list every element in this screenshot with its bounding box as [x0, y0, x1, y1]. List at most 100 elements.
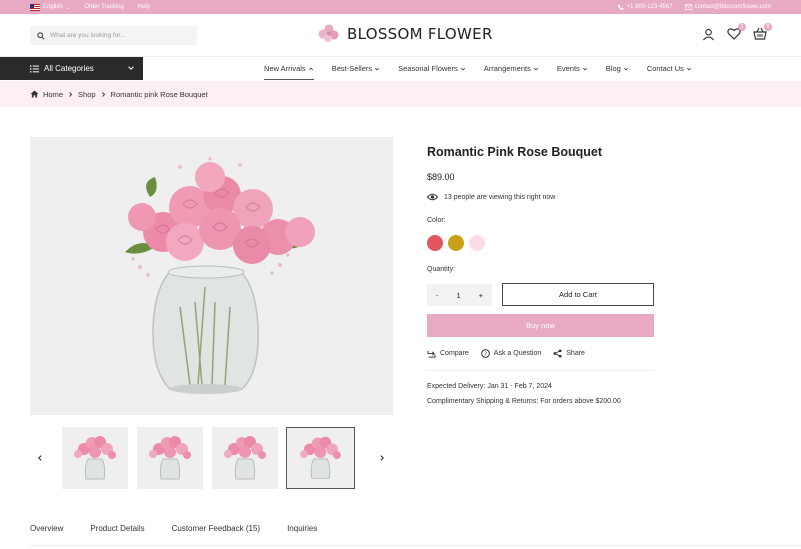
decrease-quantity-button[interactable]: - — [436, 291, 439, 300]
share-label: Share — [566, 350, 585, 357]
search-box[interactable] — [30, 26, 197, 45]
nav-item-label: Seasonal Flowers — [398, 64, 458, 73]
thumbnail-1[interactable] — [62, 427, 128, 489]
chevron-down-icon — [460, 67, 465, 70]
nav-item-blog[interactable]: Blog — [606, 57, 629, 80]
chevron-down-icon — [533, 67, 538, 70]
tab-label: Product Details — [90, 524, 145, 533]
rose-bouquet-thumbnail — [149, 436, 191, 480]
color-swatches — [427, 235, 485, 251]
chevron-down-icon — [582, 67, 587, 70]
product-main-image[interactable] — [30, 137, 393, 415]
chevron-down-icon — [686, 67, 691, 70]
phone-contact[interactable]: +1 800-123-4567 — [617, 4, 673, 11]
thumbnail-2[interactable] — [137, 427, 203, 489]
phone-icon — [617, 4, 623, 10]
wishlist-button[interactable]: 0 — [727, 23, 746, 41]
nav-item-contact-us[interactable]: Contact Us — [647, 57, 692, 80]
quantity-label: Quantity: — [427, 266, 456, 273]
product-actions: Compare ? Ask a Question Share — [427, 349, 585, 358]
search-input[interactable] — [50, 32, 190, 39]
nav-item-new-arrivals[interactable]: New Arrivals — [264, 57, 314, 80]
thumbnail-3[interactable] — [212, 427, 278, 489]
rose-bouquet-thumbnail — [74, 436, 116, 480]
compare-button[interactable]: Compare — [427, 349, 469, 358]
thumbnail-carousel — [30, 427, 393, 489]
shipping-label: Complimentary Shipping & Returns: — [427, 398, 539, 405]
all-categories-button[interactable]: All Categories — [0, 57, 143, 80]
breadcrumb-shop[interactable]: Shop — [78, 90, 96, 99]
tab-product-details[interactable]: Product Details — [90, 520, 144, 546]
top-bar: English ⌄ | Order Tracking | Help +1 800… — [0, 0, 801, 14]
nav-item-seasonal-flowers[interactable]: Seasonal Flowers — [398, 57, 466, 80]
nav-item-best-sellers[interactable]: Best-Sellers — [332, 57, 380, 80]
chevron-down-icon — [128, 66, 134, 70]
chevron-down-icon — [375, 67, 380, 70]
next-thumbnail-button[interactable] — [375, 451, 389, 465]
cart-count-badge: 0 — [764, 23, 772, 31]
tab-customer-feedback[interactable]: Customer Feedback (15) — [172, 520, 260, 546]
breadcrumb-current: Romantic pink Rose Bouquet — [110, 89, 208, 99]
chevron-right-icon — [69, 91, 73, 97]
color-swatch-red[interactable] — [427, 235, 443, 251]
chevron-down-icon — [623, 67, 628, 70]
product-tabs: Overview Product Details Customer Feedba… — [30, 520, 317, 546]
home-icon[interactable] — [30, 90, 39, 98]
logo-text: BLOSSOM FLOWER — [347, 25, 493, 43]
quantity-value[interactable]: 1 — [456, 291, 460, 300]
mail-icon — [684, 4, 692, 10]
logo[interactable]: BLOSSOM FLOWER — [317, 23, 493, 45]
buy-now-button[interactable]: Buy now — [427, 314, 654, 337]
nav-item-label: Arrangements — [483, 64, 531, 73]
increase-quantity-button[interactable]: + — [479, 291, 483, 300]
nav-menu: New Arrivals Best-Sellers Seasonal Flowe… — [264, 57, 692, 80]
nav-item-label: Contact Us — [646, 64, 684, 73]
expected-delivery: Expected Delivery: Jan 31 - Feb 7, 2024 — [427, 383, 552, 390]
shipping-value: For orders above $200.00 — [540, 398, 621, 405]
nav-item-label: Events — [556, 64, 580, 73]
cart-button[interactable]: 0 — [753, 23, 772, 41]
thumbnail-4-selected[interactable] — [286, 427, 355, 489]
nav-item-arrangements[interactable]: Arrangements — [484, 57, 539, 80]
nav-item-events[interactable]: Events — [557, 57, 588, 80]
rose-bouquet-image — [125, 157, 315, 394]
user-icon[interactable] — [702, 28, 715, 41]
delivery-label: Expected Delivery: — [427, 383, 486, 390]
prev-thumbnail-button[interactable] — [33, 451, 47, 465]
nav-item-label: Best-Sellers — [331, 64, 373, 73]
site-header: BLOSSOM FLOWER 0 0 — [0, 14, 801, 57]
color-swatch-light-pink[interactable] — [469, 235, 485, 251]
product-title: Romantic Pink Rose Bouquet — [427, 145, 603, 159]
eye-icon — [427, 193, 438, 201]
tab-inquiries[interactable]: Inquiries — [287, 520, 317, 546]
share-button[interactable]: Share — [553, 349, 585, 358]
divider: | — [129, 4, 132, 10]
breadcrumb-home[interactable]: Home — [43, 90, 63, 99]
email-contact[interactable]: contact@blossomflower.com — [684, 4, 771, 10]
ask-question-button[interactable]: ? Ask a Question — [480, 349, 542, 358]
rose-bouquet-thumbnail — [300, 436, 341, 479]
question-icon: ? — [480, 349, 490, 358]
tab-label: Customer Feedback (15) — [171, 524, 261, 533]
tab-overview[interactable]: Overview — [30, 520, 64, 546]
help-link[interactable]: Help — [138, 4, 150, 10]
divider: | — [76, 4, 79, 10]
wishlist-count-badge: 0 — [738, 23, 746, 31]
nav-item-label: New Arrivals — [264, 64, 306, 73]
add-to-cart-button[interactable]: Add to Cart — [502, 283, 654, 306]
shipping-returns: Complimentary Shipping & Returns: For or… — [427, 398, 621, 405]
divider — [427, 370, 654, 371]
ask-question-label: Ask a Question — [493, 350, 542, 357]
order-tracking-link[interactable]: Order Tracking — [84, 4, 124, 10]
viewing-text: 13 people are viewing this right now — [444, 193, 556, 201]
language-selector[interactable]: English ⌄ — [30, 3, 71, 11]
list-icon — [30, 64, 39, 73]
chevron-right-icon — [380, 455, 384, 461]
color-swatch-gold[interactable] — [448, 235, 464, 251]
delivery-value: Jan 31 - Feb 7, 2024 — [487, 383, 552, 390]
compare-icon — [427, 350, 436, 358]
flower-logo-icon — [318, 24, 339, 42]
tab-label: Overview — [30, 524, 64, 533]
search-icon[interactable] — [37, 31, 45, 40]
svg-text:?: ? — [484, 352, 487, 358]
